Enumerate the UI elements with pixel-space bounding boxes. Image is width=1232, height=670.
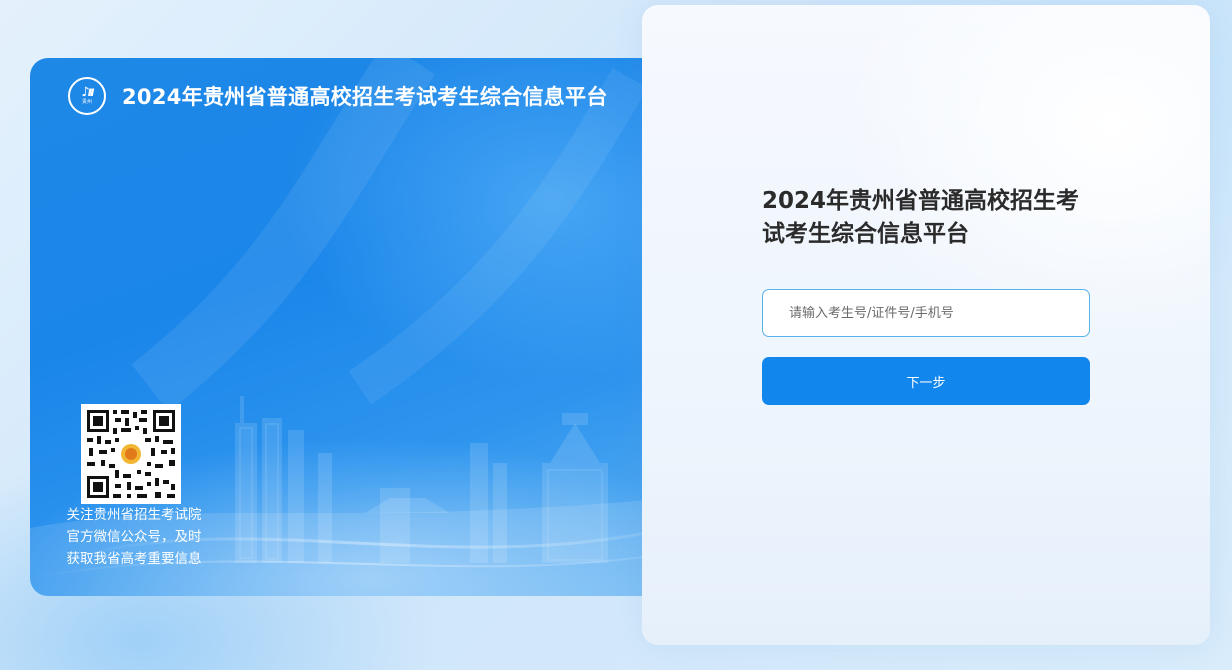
logo-mark: ♪ıı: [81, 85, 94, 100]
banner-header: ♪ıı 贵州 2024年贵州省普通高校招生考试考生综合信息平台: [68, 77, 608, 115]
wechat-qr-code-icon: [81, 404, 181, 504]
login-card: 2024年贵州省普通高校招生考试考生综合信息平台 下一步: [642, 5, 1210, 645]
qr-caption-line: 获取我省高考重要信息: [66, 551, 202, 567]
qr-code-graphic: [81, 404, 181, 504]
logo-text: 贵州: [81, 99, 92, 105]
guizhou-exam-logo-icon: ♪ıı 贵州: [68, 77, 106, 115]
banner-title: 2024年贵州省普通高校招生考试考生综合信息平台: [122, 85, 608, 109]
candidate-id-field[interactable]: [762, 289, 1090, 337]
next-step-button[interactable]: 下一步: [762, 357, 1090, 405]
qr-caption-line: 关注贵州省招生考试院: [66, 507, 202, 523]
candidate-id-input[interactable]: [763, 290, 1089, 336]
login-title: 2024年贵州省普通高校招生考试考生综合信息平台: [762, 188, 1080, 247]
qr-caption: 关注贵州省招生考试院 官方微信公众号，及时 获取我省高考重要信息: [54, 504, 214, 570]
qr-caption-line: 官方微信公众号，及时: [66, 529, 202, 545]
promo-banner: ♪ıı 贵州 2024年贵州省普通高校招生考试考生综合信息平台 关注贵州省招生考…: [30, 58, 670, 596]
